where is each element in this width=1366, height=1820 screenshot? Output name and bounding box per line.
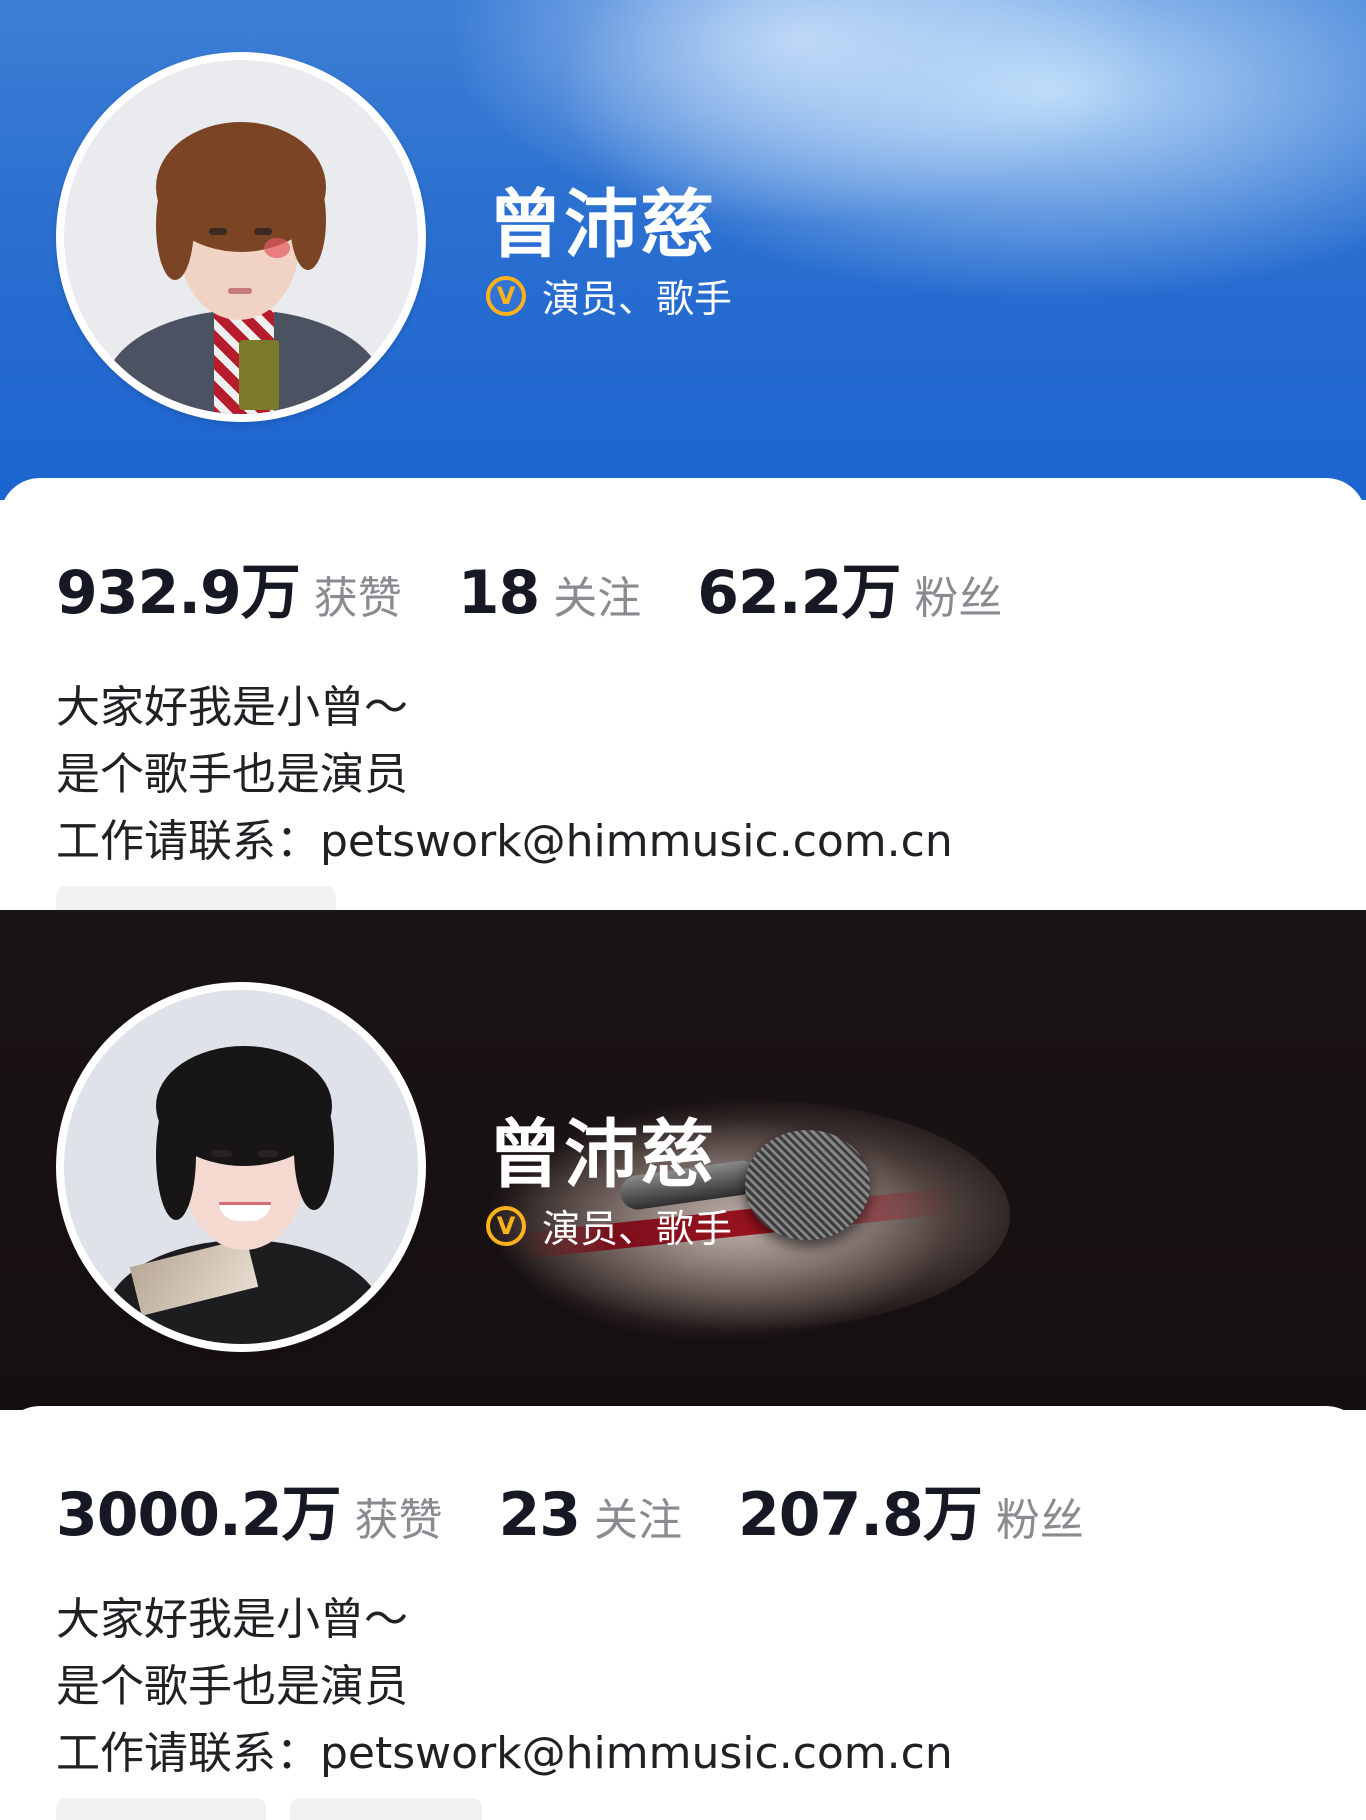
verified-v-icon: V — [486, 275, 526, 316]
stat-followers-value: 207.8万 — [738, 1480, 983, 1550]
stat-likes[interactable]: 3000.2万 获赞 — [56, 1466, 443, 1553]
stat-following-value: 18 — [457, 558, 540, 628]
verification-label: 演员、歌手 — [542, 1207, 733, 1251]
stat-likes-value: 932.9万 — [56, 558, 301, 628]
microphone-icon — [745, 1130, 870, 1240]
stat-followers[interactable]: 62.2万 粉丝 — [697, 544, 1002, 631]
stat-following[interactable]: 18 关注 — [458, 558, 642, 628]
profile-screenshot-2: 曾沛慈 V 演员、歌手 3000.2万 获赞 23 关注 207.8万 粉丝 大… — [0, 910, 1366, 1820]
stats-row: 932.9万 获赞 18 关注 62.2万 粉丝 — [56, 544, 1058, 631]
avatar-photo — [64, 60, 418, 414]
stat-followers[interactable]: 207.8万 粉丝 — [738, 1466, 1084, 1553]
bio-line: 大家好我是小曾～ — [56, 682, 408, 733]
stat-followers-label: 粉丝 — [914, 573, 1003, 624]
avatar[interactable] — [56, 52, 426, 422]
profile-name: 曾沛慈 — [488, 182, 716, 268]
stats-row: 3000.2万 获赞 23 关注 207.8万 粉丝 — [56, 1466, 1140, 1553]
profile-name: 曾沛慈 — [488, 1112, 716, 1198]
stat-following[interactable]: 23 关注 — [499, 1480, 683, 1550]
stat-likes-value: 3000.2万 — [56, 1480, 342, 1550]
profile-tag[interactable] — [290, 1798, 482, 1820]
profile-tag[interactable] — [56, 886, 336, 910]
bio-line: 大家好我是小曾～ — [56, 1594, 408, 1645]
bio-line: 是个歌手也是演员 — [56, 1661, 408, 1712]
avatar[interactable] — [56, 982, 426, 1352]
stat-following-label: 关注 — [553, 573, 642, 624]
stat-likes-label: 获赞 — [313, 573, 402, 624]
bio: 大家好我是小曾～ 是个歌手也是演员 工作请联系：petswork@himmusi… — [56, 674, 953, 875]
stat-followers-label: 粉丝 — [995, 1495, 1084, 1546]
verification-label: 演员、歌手 — [542, 277, 733, 321]
verification-row: V 演员、歌手 — [486, 268, 732, 323]
bio-line-contact: 工作请联系：petswork@himmusic.com.cn — [56, 1728, 953, 1779]
profile-info-card: 932.9万 获赞 18 关注 62.2万 粉丝 大家好我是小曾～ 是个歌手也是… — [0, 478, 1366, 910]
avatar-photo — [64, 990, 418, 1344]
stat-likes-label: 获赞 — [354, 1495, 443, 1546]
stat-following-label: 关注 — [594, 1495, 683, 1546]
stat-followers-value: 62.2万 — [697, 558, 901, 628]
stat-following-value: 23 — [498, 1480, 581, 1550]
bio: 大家好我是小曾～ 是个歌手也是演员 工作请联系：petswork@himmusi… — [56, 1586, 953, 1787]
bio-line: 是个歌手也是演员 — [56, 749, 408, 800]
verification-row: V 演员、歌手 — [486, 1198, 732, 1253]
profile-tag[interactable] — [56, 1798, 266, 1820]
verified-v-icon: V — [486, 1205, 526, 1246]
profile-screenshot-1: 曾沛慈 V 演员、歌手 932.9万 获赞 18 关注 62.2万 粉丝 大家好… — [0, 0, 1366, 910]
bio-line-contact: 工作请联系：petswork@himmusic.com.cn — [56, 816, 953, 867]
profile-info-card: 3000.2万 获赞 23 关注 207.8万 粉丝 大家好我是小曾～ 是个歌手… — [0, 1406, 1366, 1820]
stat-likes[interactable]: 932.9万 获赞 — [56, 544, 402, 631]
